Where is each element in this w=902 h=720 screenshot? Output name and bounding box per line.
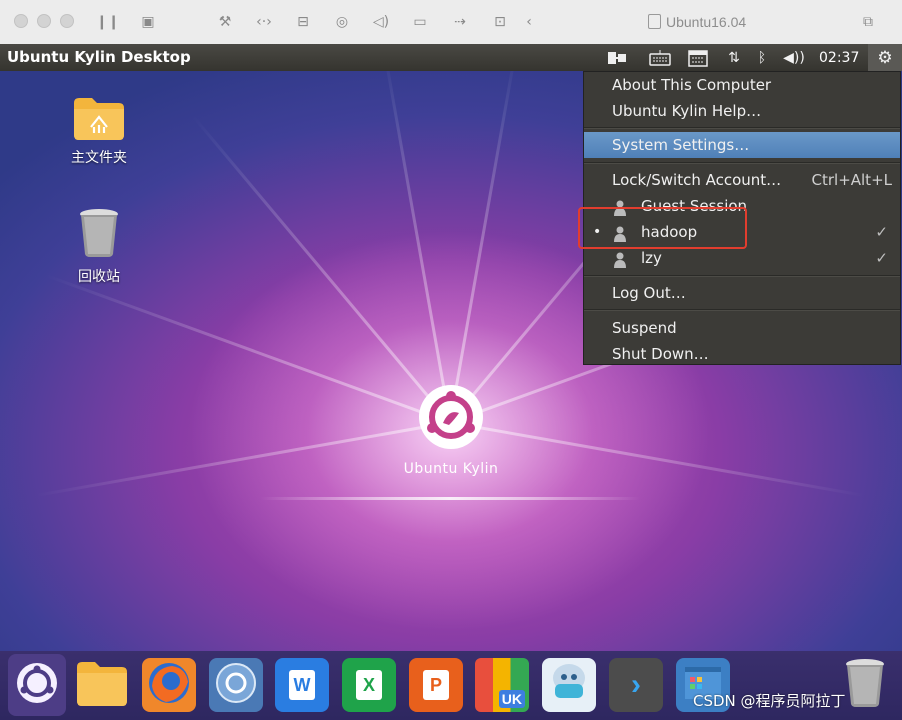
wps-presentation-icon: P [423, 670, 449, 700]
ubuntu-top-panel: Ubuntu Kylin Desktop ⇅ ᛒ ◀)) 02:37 ⚙ [0, 44, 902, 71]
lock-shortcut: Ctrl+Alt+L [811, 171, 893, 189]
snapshot-icon[interactable]: ▣ [138, 12, 158, 32]
software-center-icon: UK [498, 690, 525, 708]
dock-item-software-center[interactable]: UK [475, 658, 529, 712]
app-title: Ubuntu Kylin Desktop [7, 48, 191, 66]
volume-icon[interactable]: ◀)) [780, 48, 808, 68]
youker-assistant-icon [546, 660, 592, 711]
firefox-icon [146, 660, 192, 711]
wps-writer-icon: W [289, 670, 315, 700]
usb-icon[interactable]: ⇢ [450, 12, 470, 32]
dock-item-trash[interactable] [838, 658, 892, 712]
ubuntu-kylin-logo: Ubuntu Kylin [395, 385, 507, 477]
home-folder-icon [72, 95, 126, 141]
menu-item-lock[interactable]: Lock/Switch Account… Ctrl+Alt+L [584, 167, 900, 193]
back-chevron-icon[interactable]: ‹ [519, 12, 539, 32]
code-arrows-icon[interactable]: ‹·› [254, 12, 274, 32]
dock-item-browser[interactable] [209, 658, 263, 712]
sound-icon[interactable]: ◁) [371, 12, 391, 32]
desktop-icon-trash[interactable]: 回收站 [59, 208, 139, 286]
annotation-highlight-box [578, 207, 747, 249]
wps-spreadsheet-icon: X [356, 670, 382, 700]
dock-item-dash-home[interactable] [8, 654, 66, 716]
calendar-icon[interactable] [686, 48, 710, 68]
menu-item-help[interactable]: Ubuntu Kylin Help… [584, 98, 900, 124]
desktop-icon-home-folder[interactable]: 主文件夹 [59, 95, 139, 167]
ubuntu-kylin-logo-icon [419, 385, 483, 449]
user-icon [614, 250, 626, 268]
ubuntu-kylin-logo-icon [15, 661, 59, 710]
wrench-icon[interactable]: ⚒ [215, 12, 235, 32]
menu-item-system-settings[interactable]: System Settings… [584, 132, 900, 158]
watermark: CSDN @程序员阿拉丁 [693, 692, 846, 710]
keyboard-icon[interactable] [648, 48, 672, 68]
menu-item-about[interactable]: About This Computer [584, 72, 900, 98]
network-icon[interactable]: ⇅ [722, 48, 746, 68]
vm-window-titlebar: ❙❙ ▣ ⚒ ‹·› ⊟ ◎ ◁) ▭ ⇢ ⊡ ‹ Ubuntu16.04 ⧉ [0, 0, 902, 45]
disk-icon[interactable]: ⊟ [293, 12, 313, 32]
wallpaper-ray [382, 71, 452, 423]
logo-text: Ubuntu Kylin [403, 461, 499, 477]
system-menu-button[interactable]: ⚙ [868, 44, 902, 71]
shared-folder-icon[interactable]: ⊡ [490, 12, 510, 32]
camera-icon[interactable]: ◎ [332, 12, 352, 32]
menu-separator [584, 127, 900, 129]
fullscreen-icon[interactable]: ⧉ [858, 12, 878, 32]
dock-item-files[interactable] [75, 658, 129, 712]
trash-icon [78, 208, 120, 258]
checkmark-icon: ✓ [875, 249, 888, 267]
checkmark-icon: ✓ [875, 223, 888, 241]
menu-item-shut-down[interactable]: Shut Down… [584, 341, 900, 367]
gear-icon: ⚙ [877, 48, 893, 68]
video-icon[interactable]: ▭ [410, 12, 430, 32]
wallpaper-glow [260, 497, 640, 500]
trash-icon [844, 658, 886, 713]
dock-item-wps-spreadsheet[interactable]: X [342, 658, 396, 712]
bluetooth-icon[interactable]: ᛒ [752, 48, 772, 68]
menu-item-log-out[interactable]: Log Out… [584, 280, 900, 306]
menu-item-suspend[interactable]: Suspend [584, 315, 900, 341]
desktop-icon-label: 回收站 [78, 269, 120, 285]
dock-item-firefox[interactable] [142, 658, 196, 712]
dock-item-youker-assistant[interactable] [542, 658, 596, 712]
zoom-window-button[interactable] [60, 14, 74, 28]
menu-separator [584, 275, 900, 277]
wallpaper-ray [448, 71, 518, 423]
browser-icon [215, 662, 257, 709]
close-window-button[interactable] [14, 14, 28, 28]
minimize-window-button[interactable] [37, 14, 51, 28]
dock-item-wps-writer[interactable]: W [275, 658, 329, 712]
menu-separator [584, 162, 900, 164]
document-icon [648, 14, 661, 29]
sogou-input-icon[interactable] [606, 48, 630, 68]
terminal-icon: › [631, 668, 641, 701]
clock[interactable]: 02:37 [819, 48, 859, 68]
desktop-icon-label: 主文件夹 [71, 150, 127, 166]
vm-window-title: Ubuntu16.04 [648, 12, 746, 32]
folder-icon [75, 659, 129, 712]
dock-item-terminal[interactable]: › [609, 658, 663, 712]
dock-item-wps-presentation[interactable]: P [409, 658, 463, 712]
wallpaper-ray [36, 421, 451, 497]
menu-separator [584, 309, 900, 311]
pause-icon[interactable]: ❙❙ [96, 12, 119, 32]
wallpaper-ray [449, 421, 864, 497]
